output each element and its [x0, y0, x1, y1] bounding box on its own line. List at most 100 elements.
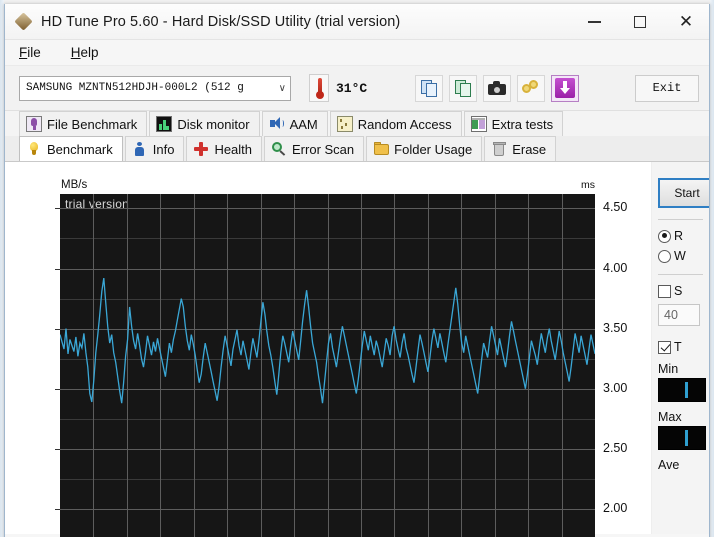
window-controls: ✕	[571, 4, 709, 40]
short-stroke-input[interactable]: 40	[658, 304, 700, 326]
benchmark-bulb-icon	[26, 141, 42, 157]
exit-button[interactable]: Exit	[635, 74, 699, 102]
checkbox-short-stroke[interactable]: S	[658, 284, 709, 298]
minimize-button[interactable]	[571, 4, 617, 40]
temperature-indicator: 31°C	[309, 74, 367, 102]
y2-tick-label: 3.50	[603, 320, 628, 335]
panel-divider-1	[658, 219, 703, 220]
tab-erase-label: Erase	[512, 141, 547, 157]
tab-disk-monitor[interactable]: Disk monitor	[149, 111, 260, 136]
checkbox-transfer-rate-indicator	[658, 340, 671, 354]
copy-green-button[interactable]	[449, 74, 478, 102]
tab-aam-label: AAM	[289, 116, 318, 132]
tab-extra-tests[interactable]: Extra tests	[463, 111, 564, 136]
random-access-icon	[336, 116, 353, 132]
checkbox-transfer-rate-label: T	[674, 340, 682, 354]
window-right-edge	[710, 0, 714, 537]
drive-select-value: SAMSUNG MZNTN512HDJH-000L2 (512 g	[26, 82, 244, 94]
benchmark-controls-panel: Start R W S 40 T Min Max Ave	[651, 162, 709, 534]
tab-aam[interactable]: AAM	[261, 111, 328, 136]
y2-tick-label: 4.50	[603, 200, 628, 215]
radio-read[interactable]: R	[658, 229, 709, 243]
tab-file-benchmark[interactable]: File Benchmark	[19, 111, 148, 136]
panel-divider-2	[658, 274, 703, 275]
radio-write-indicator	[658, 249, 671, 263]
tab-extra-tests-label: Extra tests	[491, 116, 554, 132]
title-bar: HD Tune Pro 5.60 - Hard Disk/SSD Utility…	[5, 4, 709, 40]
tab-file-benchmark-label: File Benchmark	[47, 116, 138, 132]
close-icon: ✕	[678, 11, 694, 32]
stat-min-label: Min	[658, 362, 679, 376]
menu-file-rest: ile	[27, 45, 41, 60]
y-axis-label: MB/s	[61, 179, 88, 191]
copy-blue-icon	[420, 79, 438, 97]
stat-min-value	[658, 378, 706, 402]
app-icon	[14, 11, 33, 31]
main-window: HD Tune Pro 5.60 - Hard Disk/SSD Utility…	[4, 4, 710, 537]
tab-disk-monitor-label: Disk monitor	[177, 116, 250, 132]
checkbox-short-stroke-indicator	[658, 284, 671, 298]
camera-icon	[488, 81, 507, 95]
app-root: HD Tune Pro 5.60 - Hard Disk/SSD Utility…	[0, 0, 714, 537]
tab-error-scan[interactable]: Error Scan	[264, 136, 365, 161]
thermometer-icon	[309, 74, 329, 102]
tab-random-access[interactable]: Random Access	[329, 111, 462, 136]
disk-monitor-icon	[156, 116, 173, 132]
minimize-icon	[587, 21, 601, 23]
window-title: HD Tune Pro 5.60 - Hard Disk/SSD Utility…	[41, 13, 401, 30]
folder-icon	[373, 141, 389, 157]
screenshot-button[interactable]	[483, 74, 512, 102]
checkbox-short-stroke-label: S	[674, 284, 683, 298]
download-arrow-icon	[555, 78, 576, 98]
download-button[interactable]	[551, 74, 580, 102]
menu-help-rest: elp	[80, 45, 99, 60]
radio-write[interactable]: W	[658, 249, 709, 263]
copy-green-icon	[454, 79, 472, 97]
y2-tick-label: 4.00	[603, 260, 628, 275]
tab-benchmark[interactable]: Benchmark	[19, 136, 123, 161]
close-button[interactable]: ✕	[663, 4, 709, 40]
y2-tick-label: 2.00	[603, 500, 628, 515]
trash-icon	[491, 141, 507, 157]
tab-info[interactable]: Info	[124, 136, 185, 161]
y2-axis-label: ms	[581, 179, 595, 191]
menu-file[interactable]: File	[17, 43, 43, 62]
tab-row-secondary: File Benchmark Disk monitor AAM Random A…	[5, 111, 709, 136]
chart-plot-area[interactable]: trial version	[60, 194, 595, 537]
info-icon	[132, 141, 148, 157]
menu-bar: File Help	[5, 40, 709, 66]
tab-erase[interactable]: Erase	[484, 136, 557, 161]
menu-help[interactable]: Help	[69, 43, 101, 62]
toolbar-buttons	[415, 74, 580, 102]
content-area: MB/s ms 450400350300250200 4.504.003.503…	[5, 162, 709, 537]
checkbox-transfer-rate[interactable]: T	[658, 340, 709, 354]
tab-health[interactable]: Health	[186, 136, 263, 161]
file-benchmark-icon	[26, 116, 42, 132]
temperature-value: 31°C	[336, 80, 368, 96]
radio-read-indicator	[658, 229, 671, 243]
tab-row-primary: Benchmark Info Health Error Scan Folder …	[5, 136, 709, 162]
stat-max-label: Max	[658, 410, 682, 424]
link-tag-icon	[522, 80, 540, 96]
tab-folder-usage[interactable]: Folder Usage	[366, 136, 483, 161]
tab-benchmark-label: Benchmark	[47, 141, 113, 157]
radio-read-label: R	[674, 229, 684, 243]
benchmark-chart: MB/s ms 450400350300250200 4.504.003.503…	[5, 162, 651, 537]
stat-ave-label: Ave	[658, 458, 680, 472]
tab-random-access-label: Random Access	[357, 116, 452, 132]
stat-max-value	[658, 426, 706, 450]
extra-tests-icon	[470, 116, 487, 132]
radio-write-label: W	[674, 249, 686, 263]
drive-select[interactable]: SAMSUNG MZNTN512HDJH-000L2 (512 g ∨	[19, 75, 291, 101]
start-button[interactable]: Start	[658, 178, 709, 208]
chevron-down-icon: ∨	[278, 82, 286, 94]
maximize-button[interactable]	[617, 4, 663, 40]
y2-tick-label: 3.00	[603, 380, 628, 395]
tab-error-scan-label: Error Scan	[292, 141, 355, 157]
aam-speaker-icon	[269, 116, 285, 132]
link-button[interactable]	[517, 74, 546, 102]
magnifier-icon	[271, 141, 287, 157]
copy-blue-button[interactable]	[415, 74, 444, 102]
tab-info-label: Info	[152, 141, 175, 157]
health-cross-icon	[193, 141, 209, 157]
